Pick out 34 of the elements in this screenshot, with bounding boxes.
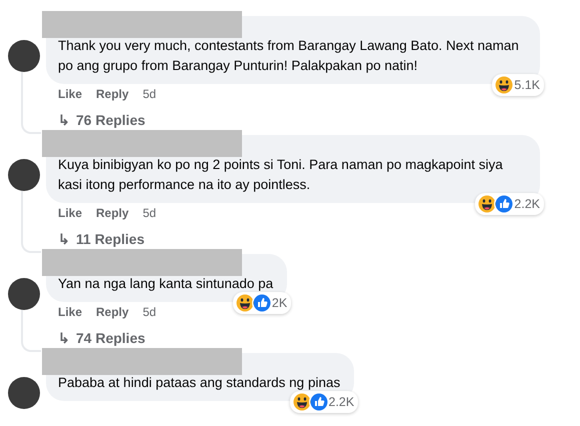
comment-text: Kuya binibigyan ko po ng 2 points si Toni. Para naman po magkapoint siya kasi itong performance na ito ay pointless. (58, 157, 503, 192)
like-link[interactable]: Like (58, 206, 82, 220)
reply-arrow-icon: ↳ (58, 330, 70, 346)
thumbs-up-icon (494, 194, 514, 214)
laughing-face-icon (494, 75, 514, 95)
comment-text: Yan na nga lang kanta sintunado pa (58, 276, 274, 291)
reaction-count[interactable]: 2K (232, 292, 292, 314)
reaction-count[interactable]: 2.2K (475, 193, 544, 215)
view-replies-link[interactable]: 11 Replies (76, 231, 144, 247)
laughing-face-icon (477, 194, 498, 214)
time-link[interactable]: 5d (142, 305, 156, 319)
thumbs-up-icon (308, 392, 328, 412)
view-replies-link[interactable]: 74 Replies (76, 330, 146, 346)
reaction-count[interactable]: 5.1K (492, 74, 544, 96)
comment-text: Thank you very much, contestants from Barangay Lawang Bato. Next naman po ang grupo from Barangay Punturin! Palakpakan po natin! (58, 38, 519, 73)
like-link[interactable]: Like (58, 305, 82, 319)
time-link[interactable]: 5d (142, 87, 156, 101)
laughing-face-icon (292, 392, 312, 412)
time-link[interactable]: 5d (142, 206, 156, 220)
reply-arrow-icon: ↳ (58, 231, 70, 247)
avatar[interactable] (8, 40, 40, 72)
laughing-face-icon (234, 293, 255, 313)
reply-link[interactable]: Reply (96, 87, 129, 101)
reaction-count[interactable]: 2.2K (290, 391, 358, 413)
reply-link[interactable]: Reply (96, 206, 129, 220)
view-replies-link[interactable]: 76 Replies (76, 112, 146, 128)
like-link[interactable]: Like (58, 87, 82, 101)
avatar[interactable] (8, 377, 40, 409)
comment-text: Pababa at hindi pataas ang standards ng pinas (58, 375, 340, 390)
reply-link[interactable]: Reply (96, 305, 129, 319)
avatar[interactable] (8, 159, 40, 191)
reply-arrow-icon: ↳ (58, 112, 70, 128)
avatar[interactable] (8, 278, 40, 310)
thumbs-up-icon (252, 293, 272, 313)
